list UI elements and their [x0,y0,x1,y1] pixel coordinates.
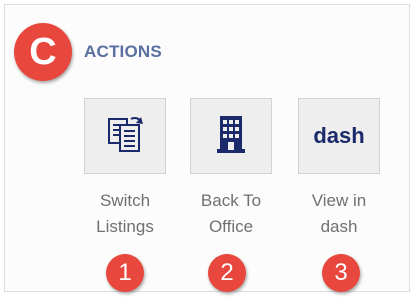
action-marker-badge: 3 [322,254,360,292]
view-in-dash-label[interactable]: View in dash [289,188,389,240]
back-to-office-button[interactable] [190,98,272,174]
action-marker-badge: 2 [208,254,246,292]
section-marker-badge: C [14,23,72,81]
switch-listings-button[interactable] [84,98,166,174]
back-to-office-label[interactable]: Back To Office [181,188,281,240]
dash-logo-icon: dash [313,123,365,148]
section-title: ACTIONS [84,42,162,61]
switch-listings-label[interactable]: Switch Listings [75,188,175,240]
action-marker-badge: 1 [106,254,144,292]
view-in-dash-button[interactable]: dash [298,98,380,174]
switch-listings-icon [105,113,145,160]
office-building-icon [214,113,248,160]
